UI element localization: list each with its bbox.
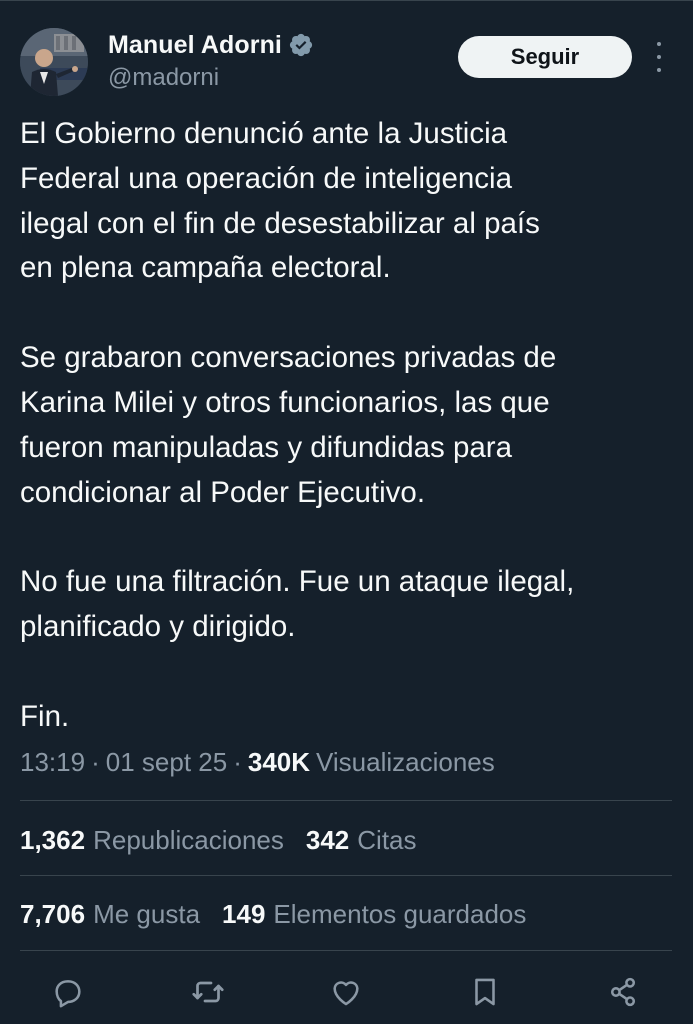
repost-icon[interactable] — [188, 972, 228, 1012]
tweet-date[interactable]: 01 sept 25 — [106, 747, 227, 778]
divider — [20, 950, 672, 951]
tweet-line: Se grabaron conversaciones privadas de — [20, 341, 557, 375]
tweet-line: fueron manipuladas y difundidas para — [20, 430, 512, 464]
tweet-text: El Gobierno denunció ante la Justicia Fe… — [20, 112, 680, 740]
tweet-line: planificado y dirigido. — [20, 610, 296, 644]
action-bar — [0, 964, 693, 1020]
tweet-meta: 13:19 · 01 sept 25 · 340K Visualizacione… — [20, 742, 495, 782]
divider — [20, 800, 672, 801]
reposts-label[interactable]: Republicaciones — [93, 825, 284, 856]
divider — [20, 875, 672, 876]
tweet-time[interactable]: 13:19 — [20, 747, 85, 778]
author-info: Manuel Adorni @madorni — [108, 30, 314, 92]
tweet-line: No fue una filtración. Fue un ataque ile… — [20, 565, 575, 599]
meta-separator: · — [233, 746, 242, 777]
like-icon[interactable] — [326, 972, 366, 1012]
reply-icon[interactable] — [48, 972, 88, 1012]
author-handle[interactable]: @madorni — [108, 64, 314, 92]
meta-separator: · — [91, 746, 100, 777]
top-divider — [0, 0, 693, 1]
views-count[interactable]: 340K — [248, 747, 310, 778]
verified-badge-icon[interactable] — [288, 32, 314, 58]
stats-row-reposts: 1,362 Republicaciones 342 Citas — [20, 820, 439, 860]
bookmarks-count[interactable]: 149 — [222, 899, 265, 930]
share-icon[interactable] — [603, 972, 643, 1012]
tweet-header: Manuel Adorni @madorni Seguir — [0, 28, 693, 98]
bookmarks-label[interactable]: Elementos guardados — [273, 899, 526, 930]
tweet-line: Karina Milei y otros funcionarios, las q… — [20, 385, 550, 419]
reposts-count[interactable]: 1,362 — [20, 825, 85, 856]
follow-button[interactable]: Seguir — [458, 36, 632, 78]
more-vertical-icon[interactable] — [648, 42, 670, 72]
views-label[interactable]: Visualizaciones — [316, 747, 495, 778]
tweet-line: ilegal con el fin de desestabilizar al p… — [20, 206, 540, 240]
tweet-line: condicionar al Poder Ejecutivo. — [20, 475, 426, 509]
quotes-count[interactable]: 342 — [306, 825, 349, 856]
likes-label[interactable]: Me gusta — [93, 899, 200, 930]
avatar[interactable] — [20, 28, 88, 96]
tweet-line: en plena campaña electoral. — [20, 251, 391, 285]
stats-row-likes: 7,706 Me gusta 149 Elementos guardados — [20, 894, 548, 934]
bookmark-icon[interactable] — [465, 972, 505, 1012]
likes-count[interactable]: 7,706 — [20, 899, 85, 930]
tweet-line: Fin. — [20, 699, 70, 733]
tweet-line: El Gobierno denunció ante la Justicia — [20, 117, 508, 150]
tweet-line: Federal una operación de inteligencia — [20, 161, 513, 195]
author-name[interactable]: Manuel Adorni — [108, 31, 282, 60]
quotes-label[interactable]: Citas — [357, 825, 416, 856]
